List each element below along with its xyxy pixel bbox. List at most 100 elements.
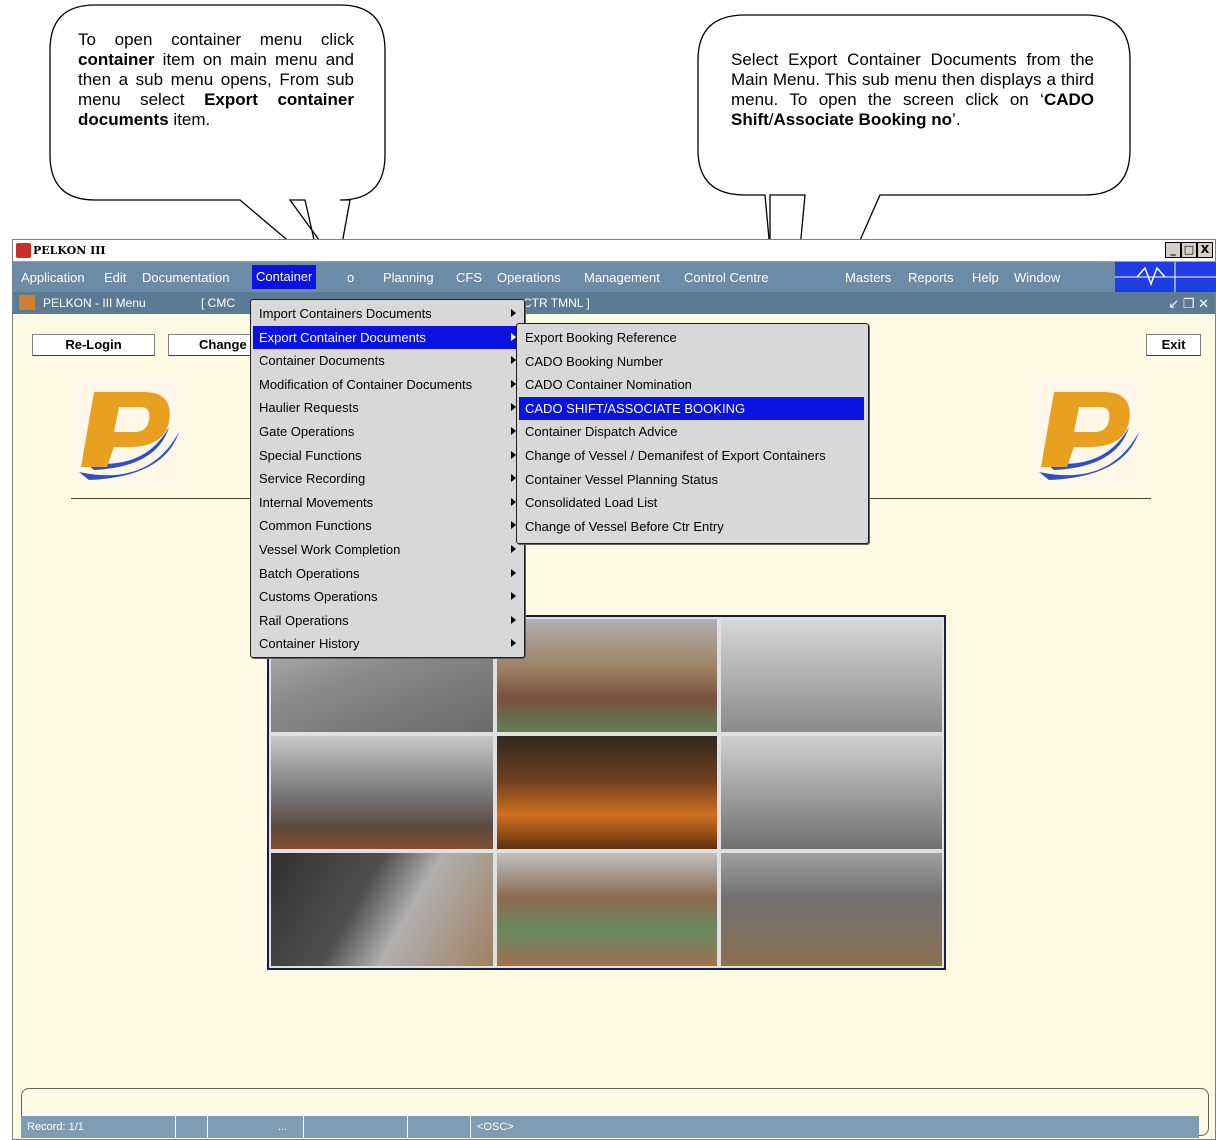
photo-warehouse <box>719 617 944 734</box>
status-cell-4 <box>304 1116 408 1138</box>
status-bar: Record: 1/1 ... <OSC> <box>21 1116 1199 1138</box>
menu-cfs[interactable]: CFS <box>456 270 482 285</box>
photo-container-yard <box>495 617 719 734</box>
export-menu-item[interactable]: Consolidated Load List <box>519 491 864 514</box>
port-logo-right <box>1029 372 1149 488</box>
menu-window[interactable]: Window <box>1014 270 1060 285</box>
container-menu-item[interactable]: Customs Operations <box>253 585 520 608</box>
container-menu-item[interactable]: Service Recording <box>253 467 520 490</box>
photo-ship-hull <box>269 851 495 968</box>
menu-masters[interactable]: Masters <box>845 270 891 285</box>
container-menu-item-label: Vessel Work Completion <box>259 542 401 557</box>
container-menu-item[interactable]: Container Documents <box>253 349 520 372</box>
menu-management[interactable]: Management <box>584 270 660 285</box>
menu-planning[interactable]: Planning <box>383 270 434 285</box>
container-menu-item-label: Batch Operations <box>259 565 360 581</box>
container-menu-item[interactable]: Gate Operations <box>253 420 520 443</box>
subwindow-context-left: [ CMC <box>201 296 235 310</box>
status-ellipsis: ... <box>208 1116 304 1138</box>
container-menu-item[interactable]: Batch Operations <box>253 562 520 585</box>
app-icon <box>16 243 31 258</box>
container-menu-item-label: Common Functions <box>259 518 372 534</box>
port-logo-left <box>69 372 189 488</box>
container-menu-item-label: Customs Operations <box>259 589 378 605</box>
container-menu-item[interactable]: Rail Operations <box>253 609 520 632</box>
status-mode: <OSC> <box>477 1121 514 1133</box>
export-menu-item[interactable]: Change of Vessel Before Ctr Entry <box>519 515 864 538</box>
container-menu-item[interactable]: Export Container Documents <box>253 325 520 349</box>
photo-night-terminal <box>495 734 719 851</box>
form-icon <box>19 295 35 310</box>
container-menu-item[interactable]: Common Functions <box>253 514 520 537</box>
subwindow-titlebar: PELKON - III Menu [ CMC CTR TMNL ] ↙ ❐ ✕ <box>13 292 1215 314</box>
export-menu-item[interactable]: Container Dispatch Advice <box>519 420 864 443</box>
container-menu-item-label: Haulier Requests <box>259 400 359 416</box>
callout-left-text: To open container menu click container i… <box>78 30 354 129</box>
export-menu-item[interactable]: Change of Vessel / Demanifest of Export … <box>519 444 864 467</box>
container-menu-item-label: Special Functions <box>259 447 362 463</box>
export-menu-item[interactable]: Container Vessel Planning Status <box>519 468 864 491</box>
export-menu-item-label: Consolidated Load List <box>525 495 658 511</box>
callout-right-text: Select Export Container Documents from t… <box>731 50 1094 129</box>
export-menu-item[interactable]: CADO Booking Number <box>519 350 864 373</box>
submenu-arrow-icon <box>511 639 516 648</box>
close-button[interactable]: X <box>1197 242 1213 258</box>
container-menu-item-label: Gate Operations <box>259 424 355 439</box>
subwindow-controls-icon[interactable]: ↙ ❐ ✕ <box>1168 296 1209 312</box>
menu-edit[interactable]: Edit <box>104 270 126 285</box>
export-menu-item-label: Export Booking Reference <box>525 330 677 345</box>
photo-crane-gantry <box>719 734 944 851</box>
photo-cargo-shed <box>719 851 944 968</box>
container-menu-item[interactable]: Special Functions <box>253 444 520 467</box>
brand-wave-icon <box>1115 262 1216 292</box>
container-menu-item-label: Import Containers Documents <box>259 306 432 321</box>
menu-documentation[interactable]: Documentation <box>142 270 229 285</box>
status-cell-5 <box>408 1116 471 1138</box>
menu-reports[interactable]: Reports <box>908 270 954 285</box>
exit-button[interactable]: Exit <box>1146 334 1201 356</box>
menu-operations[interactable]: Operations <box>497 270 561 285</box>
menu-help[interactable]: Help <box>972 270 999 285</box>
container-menu-item-label: Export Container Documents <box>259 329 426 345</box>
container-menu-item-label: Modification of Container Documents <box>259 376 473 392</box>
minimize-button[interactable]: _ <box>1165 242 1181 258</box>
export-menu-item-label: Change of Vessel Before Ctr Entry <box>525 518 724 534</box>
change-button[interactable]: Change <box>168 334 258 356</box>
container-menu-item[interactable]: Internal Movements <box>253 491 520 514</box>
menu-bar: Application Edit Documentation Container… <box>13 262 1216 292</box>
container-menu-item[interactable]: Haulier Requests <box>253 396 520 419</box>
export-menu-item-label: CADO Container Nomination <box>525 377 692 393</box>
submenu-arrow-icon <box>511 545 516 553</box>
maximize-button[interactable]: □ <box>1181 242 1197 258</box>
container-menu-item[interactable]: Vessel Work Completion <box>253 538 520 561</box>
export-menu-item-label: CADO Booking Number <box>525 353 663 369</box>
subwindow-context-right: CTR TMNL ] <box>523 296 590 310</box>
export-menu-item-label: Change of Vessel / Demanifest of Export … <box>525 448 826 463</box>
title-bar: PELKON III _ □ X <box>13 240 1215 262</box>
menu-container[interactable]: Container <box>252 265 317 289</box>
export-menu-item[interactable]: CADO Container Nomination <box>519 373 864 396</box>
window-title: PELKON III <box>33 244 106 257</box>
status-record: Record: 1/1 <box>21 1116 176 1138</box>
container-menu-item[interactable]: Container History <box>253 632 520 655</box>
container-menu-item[interactable]: Import Containers Documents <box>253 302 520 325</box>
submenu-arrow-icon <box>511 615 516 624</box>
menu-application[interactable]: Application <box>21 270 85 285</box>
export-menu-item[interactable]: Export Booking Reference <box>519 326 864 349</box>
status-cell-2 <box>176 1116 208 1138</box>
subwindow-title: PELKON - III Menu <box>43 296 146 310</box>
submenu-arrow-icon <box>511 568 516 577</box>
photo-stacked-containers <box>495 851 719 968</box>
submenu-arrow-icon <box>511 309 516 317</box>
container-menu-item-label: Container History <box>259 636 360 652</box>
menu-partial-item[interactable]: o <box>347 270 354 285</box>
container-menu-item-label: Container Documents <box>259 353 385 369</box>
port-photo-collage <box>267 615 946 970</box>
export-menu-item-label: Container Dispatch Advice <box>525 424 678 440</box>
container-menu-item[interactable]: Modification of Container Documents <box>253 373 520 396</box>
relogin-button[interactable]: Re-Login <box>32 334 155 356</box>
container-menu-item-label: Rail Operations <box>259 612 349 628</box>
export-menu-item[interactable]: CADO SHIFT/ASSOCIATE BOOKING <box>519 396 864 420</box>
menu-control-centre[interactable]: Control Centre <box>684 270 769 285</box>
photo-cranes <box>269 734 495 851</box>
